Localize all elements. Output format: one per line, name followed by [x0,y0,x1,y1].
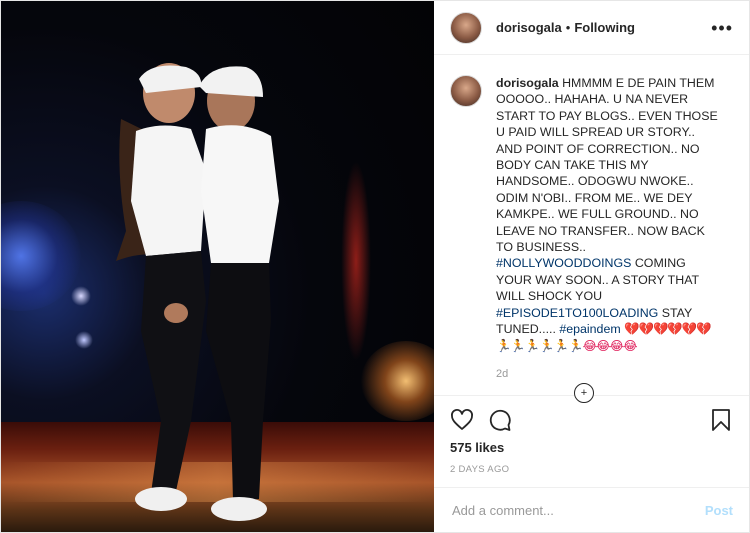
caption-username[interactable]: dorisogala [496,76,559,90]
load-more-comments-icon[interactable]: + [574,383,594,403]
post-comment-button[interactable]: Post [705,503,733,518]
caption-body: dorisogala HMMMM E DE PAIN THEM OOOOO.. … [496,75,718,380]
caption-time-ago[interactable]: 2d [496,368,718,380]
instagram-post: dorisogala • Following ••• dorisogala HM… [0,0,750,533]
caption-text: dorisogala HMMMM E DE PAIN THEM OOOOO.. … [496,75,718,354]
avatar[interactable] [450,11,482,44]
caption-text-part1: HMMMM E DE PAIN THEM OOOOO.. HAHAHA. U N… [496,76,718,255]
bookmark-icon[interactable] [709,408,733,432]
couple-illustration [116,63,279,521]
more-options-icon[interactable]: ••• [711,19,733,37]
separator-dot: • [565,20,571,35]
actions-section: 575 likes 2 DAYS AGO [434,395,749,487]
post-details-panel: dorisogala • Following ••• dorisogala HM… [434,1,749,532]
hashtag-epaindem[interactable]: #epaindem [559,322,620,336]
comment-icon[interactable] [488,408,512,432]
likes-count[interactable]: 575 likes [450,440,733,455]
add-comment-bar: Post [434,487,749,532]
heart-icon[interactable] [450,408,474,432]
post-date[interactable]: 2 DAYS AGO [450,464,733,475]
follow-status-button[interactable]: Following [574,20,635,35]
comment-input[interactable] [450,501,705,519]
comments-section: dorisogala HMMMM E DE PAIN THEM OOOOO.. … [434,55,749,403]
post-photo[interactable] [1,1,434,532]
caption-avatar[interactable] [450,75,482,107]
action-icons-row [450,404,733,436]
header-username[interactable]: dorisogala [496,20,562,35]
hashtag-episode-loading[interactable]: #EPISODE1TO100LOADING [496,306,658,320]
hashtag-nollywooddoings[interactable]: #NOLLYWOODDOINGS [496,256,631,270]
caption-row: dorisogala HMMMM E DE PAIN THEM OOOOO.. … [450,75,733,380]
post-header: dorisogala • Following ••• [434,1,749,55]
